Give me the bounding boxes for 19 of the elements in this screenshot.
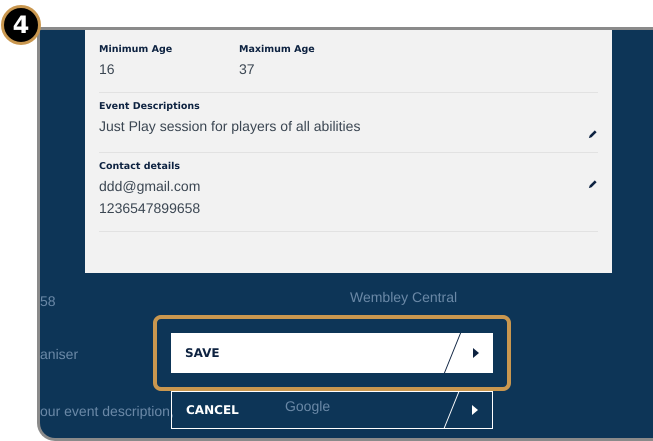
caret-icon [473, 348, 479, 358]
field-value: ddd@gmail.com [99, 177, 200, 196]
background-text: Google [285, 398, 330, 414]
field-value: Just Play session for players of all abilities [99, 117, 360, 136]
background-text: aniser [40, 346, 78, 362]
field-label: Contact details [99, 161, 182, 172]
field-value: 16 [99, 60, 116, 79]
save-button[interactable]: SAVE [171, 333, 493, 373]
caret-icon [472, 405, 478, 415]
field-label: Maximum Age [239, 44, 316, 55]
background-text: Wembley Central [350, 289, 458, 305]
field-label: Event Descriptions [99, 101, 201, 112]
field-label: Minimum Age [99, 44, 174, 55]
step-number-badge: 4 [1, 5, 41, 45]
pencil-icon[interactable] [587, 179, 598, 190]
field-value: 37 [239, 60, 256, 79]
background-text: 58 [40, 293, 56, 309]
pencil-icon[interactable] [587, 129, 598, 140]
field-value: 1236547899658 [99, 199, 200, 218]
